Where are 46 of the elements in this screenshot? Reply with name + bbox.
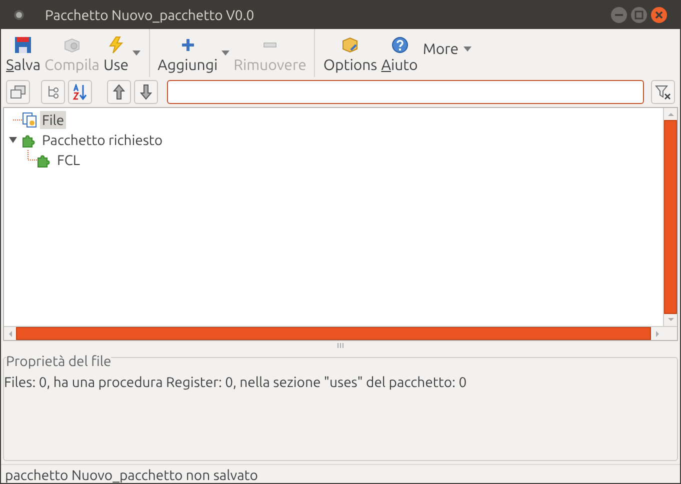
tree-item[interactable]: Pacchetto richiesto: [40, 131, 165, 149]
plus-icon: [180, 37, 196, 53]
toolbar-button[interactable]: More: [420, 29, 475, 77]
gear-box-icon: [63, 36, 82, 54]
properties-text: Files: 0, ha una procedura Register: 0, nella sezione "uses" del pacchetto: 0: [4, 373, 468, 391]
tree-line: [28, 150, 37, 160]
sort-icon: [72, 84, 88, 100]
vertical-scrollbar[interactable]: [663, 108, 677, 326]
sort-button[interactable]: [68, 80, 92, 104]
toolbar-button[interactable]: Salva: [4, 29, 43, 77]
caret-icon: [220, 50, 230, 56]
toolbar-button[interactable]: Aggiungi: [148, 29, 232, 77]
maximize-icon[interactable]: [630, 6, 648, 24]
filter-clear-icon: [655, 84, 671, 100]
caret-icon: [462, 46, 472, 52]
toolbar-button[interactable]: Use: [102, 29, 143, 77]
window-title: Pacchetto Nuovo_pacchetto V0.0: [45, 6, 254, 25]
move-up-button[interactable]: [107, 80, 131, 104]
splitter-grip-icon[interactable]: [337, 342, 344, 348]
expanded-arrow-icon[interactable]: [8, 135, 18, 145]
down-arrow-icon: [140, 84, 152, 100]
up-arrow-icon: [113, 84, 125, 100]
caret-icon: [132, 50, 141, 56]
tree-item[interactable]: File: [40, 111, 66, 129]
collapse-button[interactable]: [6, 80, 30, 104]
files-icon: [22, 112, 37, 128]
tree-view-button[interactable]: [41, 80, 65, 104]
close-icon[interactable]: [650, 6, 668, 24]
clear-filter-button[interactable]: [651, 80, 675, 104]
puzzle-piece-icon: [37, 152, 52, 168]
move-down-button[interactable]: [134, 80, 158, 104]
toolbar-button[interactable]: Options: [314, 29, 380, 77]
scrollbar-thumb[interactable]: [664, 120, 677, 314]
tree-item[interactable]: FCL: [55, 151, 82, 169]
puzzle-piece-icon: [22, 132, 37, 148]
minimize-icon[interactable]: [610, 6, 628, 24]
group-box-title: Proprietà del file: [6, 353, 112, 369]
package-icon: [341, 36, 360, 54]
window-menu-icon[interactable]: [13, 9, 25, 21]
windows-icon: [10, 85, 26, 99]
toolbar-button[interactable]: Aiuto: [379, 29, 420, 77]
lightning-icon: [107, 36, 126, 54]
hierarchy-icon: [46, 85, 60, 99]
filter-field[interactable]: [167, 80, 644, 104]
status-text: pacchetto Nuovo_pacchetto non salvato: [5, 466, 258, 484]
help-icon: [390, 36, 409, 54]
